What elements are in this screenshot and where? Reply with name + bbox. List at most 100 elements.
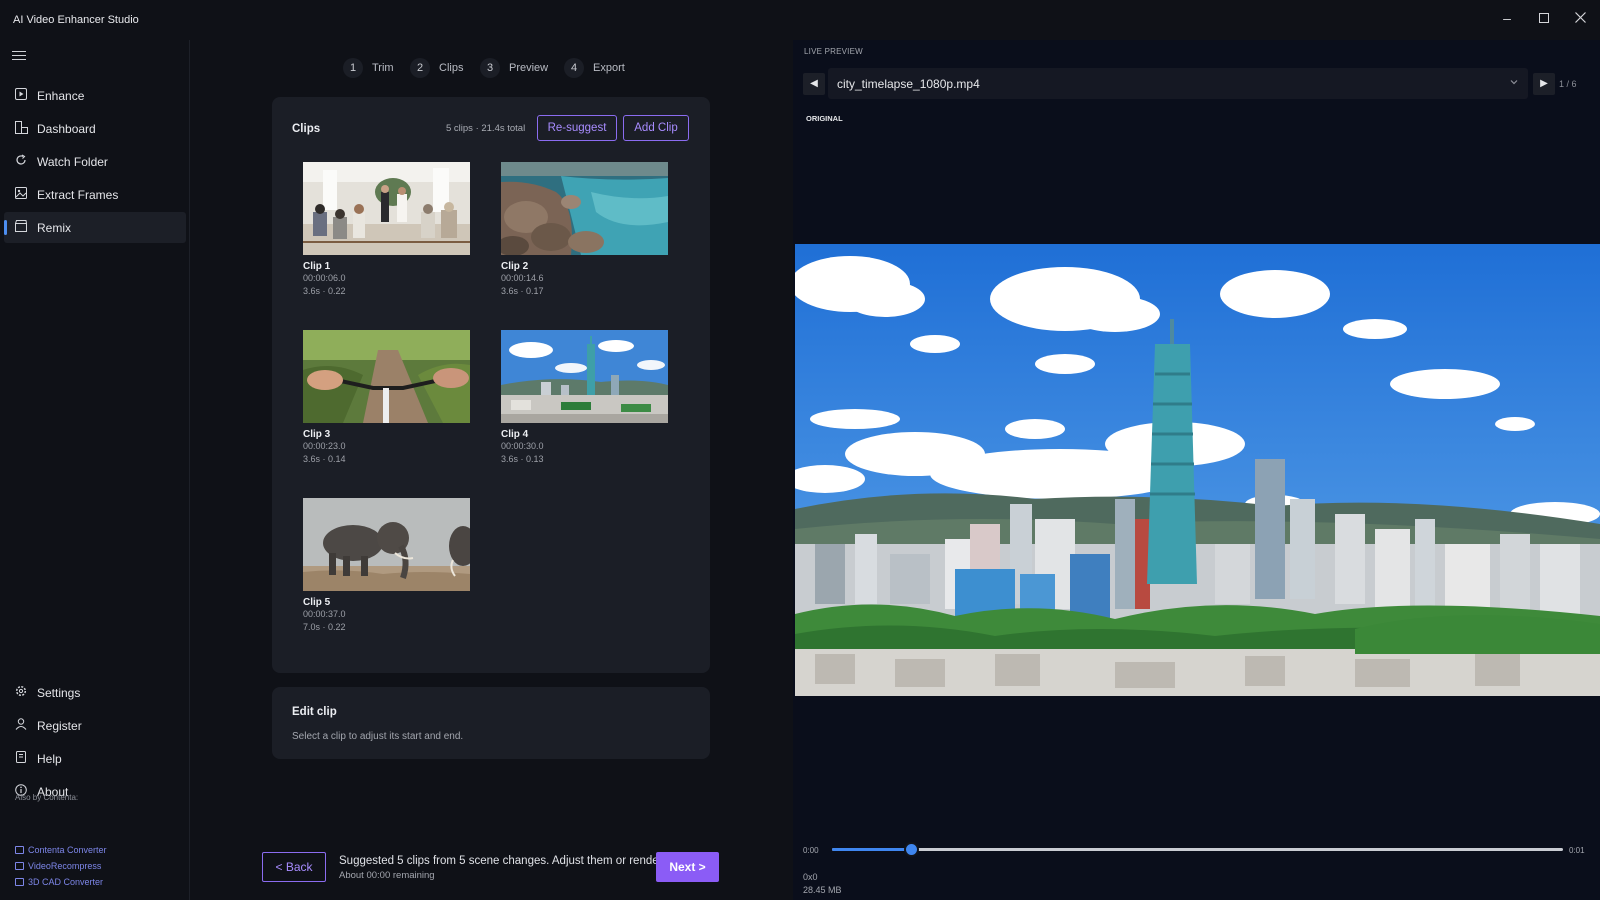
original-badge: ORIGINAL [802, 111, 847, 126]
sidebar-item-label: Dashboard [37, 122, 96, 136]
bike-trail-thumbnail [303, 330, 470, 423]
clip-card-5[interactable]: Clip 5 00:00:37.0 7.0s · 0.22 [303, 498, 470, 634]
file-size-readout: 28.45 MB [803, 885, 842, 895]
sidebar-item-label: Settings [37, 686, 81, 700]
next-button[interactable]: Next > [656, 852, 719, 882]
play-square-icon [15, 88, 29, 102]
link-label: Contenta Converter [28, 845, 107, 855]
sidebar-item-about[interactable]: About [4, 776, 186, 807]
link-contenta-converter[interactable]: Contenta Converter [15, 845, 107, 855]
wedding-thumbnail [303, 162, 470, 255]
gear-icon [15, 685, 29, 699]
user-icon [15, 718, 29, 732]
app-icon [15, 862, 24, 870]
file-select[interactable]: city_timelapse_1080p.mp4 [828, 68, 1528, 99]
clip-name: Clip 3 [303, 429, 331, 440]
timeline-progress [832, 848, 913, 851]
step-trim[interactable]: Trim [372, 62, 394, 74]
clip-stats: 3.6s · 0.17 [501, 286, 544, 296]
sidebar-item-register[interactable]: Register [4, 710, 186, 741]
refresh-icon [15, 154, 29, 168]
clip-timecode: 00:00:14.6 [501, 273, 544, 283]
elephants-thumbnail [303, 498, 470, 591]
add-clip-button[interactable]: Add Clip [623, 115, 689, 141]
clip-name: Clip 4 [501, 429, 529, 440]
coast-thumbnail [501, 162, 668, 255]
sidebar-item-label: Remix [37, 221, 72, 235]
book-icon [15, 751, 29, 765]
clip-card-2[interactable]: Clip 2 00:00:14.6 3.6s · 0.17 [501, 162, 668, 298]
clip-card-1[interactable]: Clip 1 00:00:06.0 3.6s · 0.22 [303, 162, 470, 298]
sidebar-item-settings[interactable]: Settings [4, 677, 186, 708]
also-by-label: Also by Contenta: [15, 793, 79, 802]
live-preview-label: LIVE PREVIEW [804, 47, 863, 56]
clip-name: Clip 5 [303, 597, 331, 608]
clip-name: Clip 2 [501, 261, 529, 272]
clips-count: 5 clips · 21.4s total [446, 123, 526, 134]
sidebar-item-watch-folder[interactable]: Watch Folder [4, 146, 186, 177]
clip-card-4[interactable]: Clip 4 00:00:30.0 3.6s · 0.13 [501, 330, 668, 466]
clip-timecode: 00:00:06.0 [303, 273, 346, 283]
sidebar-item-label: Enhance [37, 89, 85, 103]
sidebar-item-extract-frames[interactable]: Extract Frames [4, 179, 186, 210]
step-clips[interactable]: Clips [439, 62, 463, 74]
edit-clip-description: Select a clip to adjust its start and en… [292, 731, 464, 742]
image-icon [15, 187, 29, 201]
link-label: VideoRecompress [28, 861, 102, 871]
step-export[interactable]: Export [593, 62, 625, 74]
preview-frame-image [795, 244, 1600, 696]
step-number: 2 [410, 58, 430, 78]
clapperboard-icon [15, 220, 29, 234]
clip-name: Clip 1 [303, 261, 331, 272]
next-file-button[interactable]: ▶ [1533, 73, 1555, 95]
clip-stats: 3.6s · 0.22 [303, 286, 346, 296]
resolution-readout: 0x0 [803, 872, 818, 882]
clip-stats: 3.6s · 0.14 [303, 454, 346, 464]
clip-card-3[interactable]: Clip 3 00:00:23.0 3.6s · 0.14 [303, 330, 470, 466]
sidebar-item-remix[interactable]: Remix [4, 212, 186, 243]
clip-stats: 7.0s · 0.22 [303, 622, 346, 632]
sidebar-item-dashboard[interactable]: Dashboard [4, 113, 186, 144]
edit-clip-title: Edit clip [292, 706, 337, 718]
close-icon[interactable] [1568, 6, 1592, 30]
file-pager: 1 / 6 [1559, 79, 1577, 89]
resuggest-button[interactable]: Re-suggest [537, 115, 617, 141]
time-start: 0:00 [803, 846, 819, 855]
link-3d-cad-converter[interactable]: 3D CAD Converter [15, 877, 103, 887]
link-label: 3D CAD Converter [28, 877, 104, 887]
app-icon [15, 878, 24, 886]
link-videorecompress[interactable]: VideoRecompress [15, 861, 101, 871]
time-remaining: About 00:00 remaining [339, 870, 435, 881]
status-message: Suggested 5 clips from 5 scene changes. … [339, 855, 666, 867]
edit-clip-panel [272, 687, 710, 759]
chevron-down-icon [1508, 76, 1520, 88]
menu-icon[interactable] [12, 48, 26, 62]
timeline-handle[interactable] [904, 842, 919, 857]
sidebar-item-label: Extract Frames [37, 188, 119, 202]
prev-file-button[interactable]: ◀ [803, 73, 825, 95]
app-title: AI Video Enhancer Studio [13, 14, 139, 26]
file-name: city_timelapse_1080p.mp4 [837, 77, 980, 91]
clip-stats: 3.6s · 0.13 [501, 454, 544, 464]
sidebar-item-label: Watch Folder [37, 155, 108, 169]
step-preview[interactable]: Preview [509, 62, 548, 74]
title-bar: AI Video Enhancer Studio – [0, 0, 1600, 40]
sidebar-item-label: Help [37, 752, 62, 766]
timeline-slider[interactable] [832, 848, 1563, 851]
step-number: 3 [480, 58, 500, 78]
dashboard-icon [15, 121, 29, 135]
clip-timecode: 00:00:23.0 [303, 441, 346, 451]
back-button[interactable]: < Back [262, 852, 326, 882]
sidebar-item-help[interactable]: Help [4, 743, 186, 774]
sidebar-item-label: Register [37, 719, 82, 733]
step-number: 4 [564, 58, 584, 78]
maximize-icon[interactable] [1532, 6, 1556, 30]
app-icon [15, 846, 24, 854]
sidebar-item-enhance[interactable]: Enhance [4, 80, 186, 111]
clips-title: Clips [292, 123, 321, 135]
minimize-icon[interactable]: – [1495, 6, 1519, 30]
time-end: 0:01 [1569, 846, 1585, 855]
city-skyline-thumbnail [501, 330, 668, 423]
step-number: 1 [343, 58, 363, 78]
clip-timecode: 00:00:37.0 [303, 609, 346, 619]
